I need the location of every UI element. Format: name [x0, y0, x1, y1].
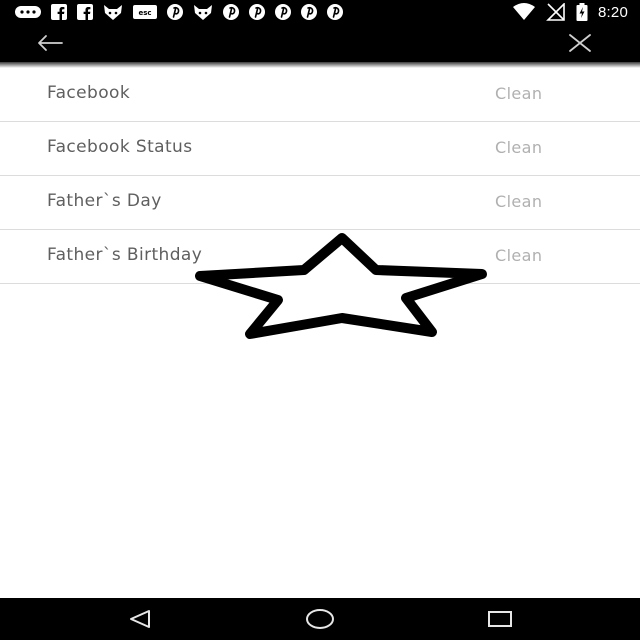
fox-icon [194, 5, 212, 20]
signal-off-icon [546, 3, 565, 21]
nav-recents-button[interactable] [480, 604, 520, 634]
item-title: Father`s Birthday [47, 245, 203, 265]
list-item[interactable]: Facebook Clean [0, 68, 640, 122]
pinterest-icon [327, 4, 343, 20]
facebook-icon [51, 4, 67, 20]
navigation-bar [0, 598, 640, 640]
back-button[interactable] [30, 28, 70, 58]
pinterest-icon [301, 4, 317, 20]
keyword-list: Facebook Clean Facebook Status Clean Fat… [0, 68, 640, 284]
system-icons: 8:20 [502, 2, 628, 22]
nav-back-button[interactable] [120, 604, 160, 634]
arrow-left-icon [38, 35, 63, 51]
nav-home-button[interactable] [300, 604, 340, 634]
clean-button[interactable]: Clean [495, 192, 542, 211]
list-item[interactable]: Facebook Status Clean [0, 122, 640, 176]
clock: 8:20 [598, 3, 628, 21]
recents-square-icon [488, 611, 512, 627]
close-icon [569, 34, 591, 52]
clean-button[interactable]: Clean [495, 84, 542, 103]
item-title: Father`s Day [47, 191, 162, 211]
back-triangle-icon [130, 610, 150, 628]
list-item[interactable]: Father`s Birthday Clean [0, 230, 640, 284]
app-bar [0, 24, 640, 62]
pinterest-icon [249, 4, 265, 20]
clean-button[interactable]: Clean [495, 138, 542, 157]
pinterest-icon [223, 4, 239, 20]
close-button[interactable] [560, 28, 600, 58]
fox-icon [104, 5, 122, 20]
facebook-icon [77, 4, 93, 20]
status-bar: esc 8:20 [0, 0, 640, 24]
item-title: Facebook Status [47, 137, 193, 157]
home-circle-icon [306, 609, 334, 629]
svg-text:esc: esc [138, 9, 151, 17]
battery-charging-icon [576, 3, 588, 21]
esc-icon: esc [133, 5, 157, 19]
messenger-icon [15, 6, 41, 18]
pinterest-icon [275, 4, 291, 20]
pinterest-icon [167, 4, 183, 20]
item-title: Facebook [47, 83, 131, 103]
clean-button[interactable]: Clean [495, 246, 542, 265]
notification-icons: esc [14, 2, 352, 22]
list-item[interactable]: Father`s Day Clean [0, 176, 640, 230]
wifi-icon [513, 3, 535, 20]
